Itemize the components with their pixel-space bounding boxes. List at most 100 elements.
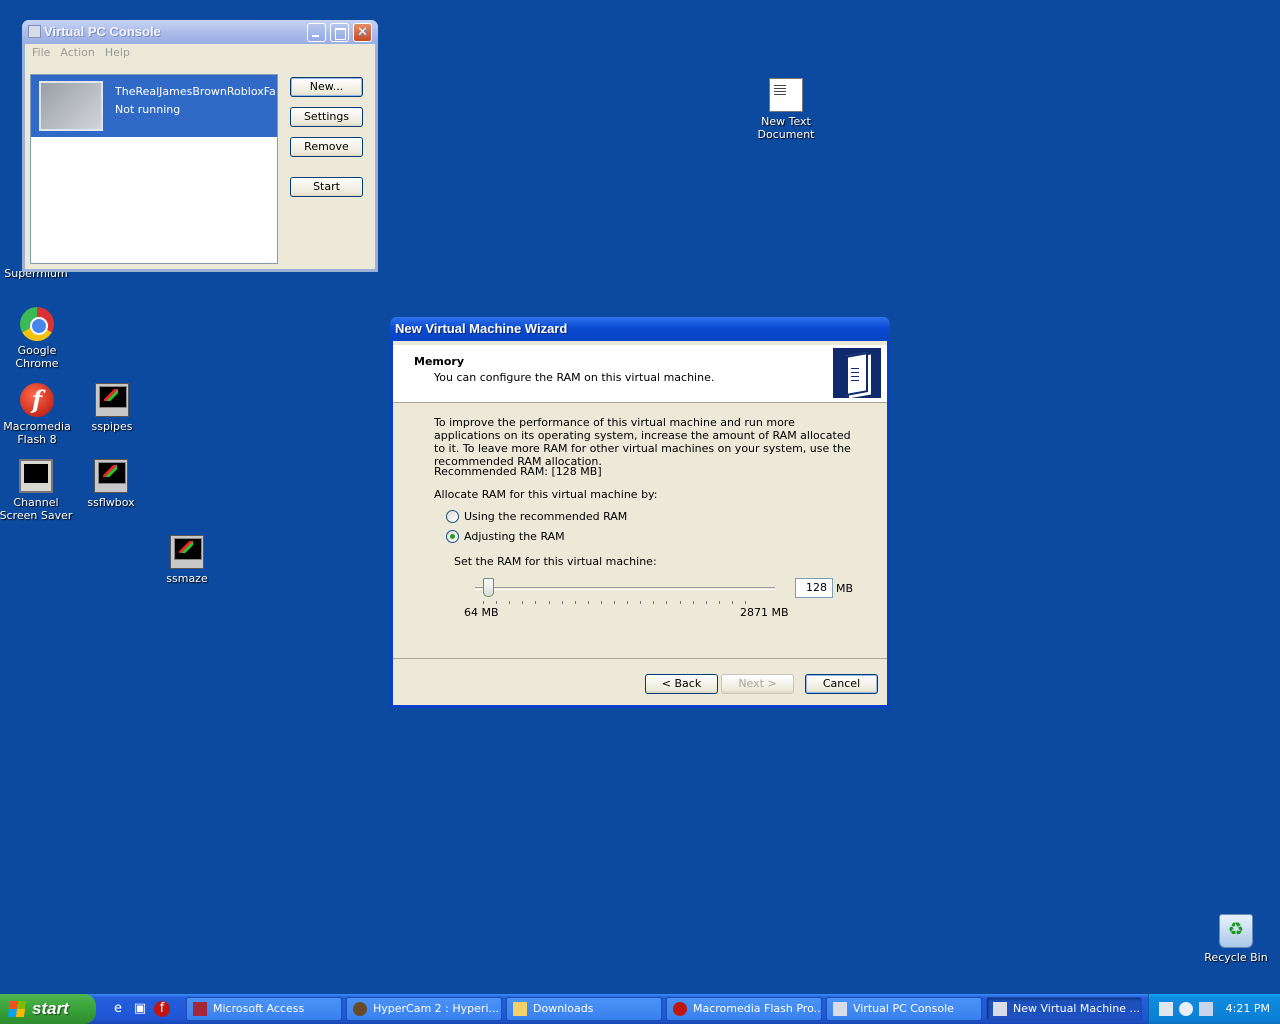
maximize-button[interactable] <box>330 23 349 42</box>
flash-icon[interactable]: f <box>154 1001 170 1017</box>
virtual-machine-list[interactable]: TheRealJamesBrownRobloxFan… Not running <box>30 74 278 264</box>
desktop-icon-ssflwbox[interactable]: ssflwbox <box>73 459 149 509</box>
slider-tick <box>574 601 576 604</box>
desktop-icon-channel-screen-saver[interactable]: Channel Screen Saver <box>0 459 74 522</box>
title-bar[interactable]: New Virtual Machine Wizard <box>390 317 890 341</box>
task-downloads[interactable]: Downloads <box>506 997 662 1021</box>
virtual-pc-tray-icon[interactable] <box>1199 1002 1213 1016</box>
task-label: HyperCam 2 : Hyperi... <box>373 1002 499 1015</box>
desktop-icon-label: Macromedia Flash 8 <box>3 420 71 446</box>
allocate-label: Allocate RAM for this virtual machine by… <box>434 488 658 501</box>
back-button[interactable]: < Back <box>645 674 718 694</box>
new-button[interactable]: New... <box>290 77 363 97</box>
radio-label: Adjusting the RAM <box>464 530 565 543</box>
text-document-icon <box>769 78 803 112</box>
slider-tick <box>587 601 589 604</box>
list-item[interactable]: TheRealJamesBrownRobloxFan… Not running <box>31 75 277 137</box>
slider-tick <box>614 601 615 604</box>
chevron-left-icon[interactable] <box>1179 1002 1193 1016</box>
vm-name: TheRealJamesBrownRobloxFan… <box>115 85 275 98</box>
desktop-icon-sspipes[interactable]: sspipes <box>74 383 150 433</box>
task-hypercam[interactable]: HyperCam 2 : Hyperi... <box>346 997 502 1021</box>
slider-tick <box>666 601 668 604</box>
radio-button[interactable] <box>446 510 459 523</box>
menu-file[interactable]: File <box>29 44 53 62</box>
hypercam-icon <box>353 1002 367 1016</box>
task-new-virtual-machine[interactable]: New Virtual Machine ... <box>986 997 1142 1021</box>
desktop-icon-macromedia-flash[interactable]: f Macromedia Flash 8 <box>0 383 75 446</box>
wizard-header: Memory You can configure the RAM on this… <box>393 345 887 403</box>
slider-tick <box>718 601 720 604</box>
radio-recommended-ram[interactable]: Using the recommended RAM <box>446 510 627 523</box>
windows-flag-icon <box>7 1001 27 1017</box>
start-label: start <box>32 999 69 1018</box>
set-ram-label: Set the RAM for this virtual machine: <box>454 555 657 568</box>
clock[interactable]: 4:21 PM <box>1226 1002 1270 1015</box>
slider-tick <box>627 601 629 604</box>
virtual-pc-icon <box>993 1002 1007 1016</box>
title-bar[interactable]: Virtual PC Console ✕ <box>22 20 378 44</box>
slider-min-label: 64 MB <box>464 606 499 619</box>
desktop-icon-label: sspipes <box>91 420 133 433</box>
virtual-pc-console-window: Virtual PC Console ✕ File Action Help Th… <box>22 20 378 272</box>
page-subtitle: You can configure the RAM on this virtua… <box>434 371 715 384</box>
keyboard-icon[interactable] <box>1159 1002 1173 1016</box>
slider-tick <box>731 601 733 604</box>
next-button[interactable]: Next > <box>721 674 794 694</box>
slider-tick <box>483 601 484 604</box>
slider-tick <box>522 601 524 604</box>
computer-tower-icon <box>833 348 881 398</box>
slider-tick <box>535 601 537 604</box>
slider-tick <box>600 601 602 604</box>
window-title: Virtual PC Console <box>44 24 161 39</box>
slider-tick <box>705 601 707 604</box>
task-macromedia-flash[interactable]: Macromedia Flash Pro... <box>666 997 822 1021</box>
slider-tick <box>640 601 642 604</box>
task-label: Virtual PC Console <box>853 1002 954 1015</box>
intro-text: To improve the performance of this virtu… <box>434 416 851 468</box>
ram-value-input[interactable]: 128 <box>795 578 833 598</box>
close-button[interactable]: ✕ <box>353 23 372 42</box>
radio-adjusting-ram[interactable]: Adjusting the RAM <box>446 530 565 543</box>
flash-icon <box>673 1002 687 1016</box>
flash-icon: f <box>20 383 54 417</box>
virtual-pc-icon <box>28 25 41 38</box>
cancel-button[interactable]: Cancel <box>805 674 878 694</box>
monitor-icon <box>19 459 53 493</box>
folder-icon <box>513 1002 527 1016</box>
show-desktop-icon[interactable]: ▣ <box>132 1001 148 1017</box>
desktop-icon-label: ssmaze <box>166 572 208 585</box>
task-label: New Virtual Machine ... <box>1013 1002 1140 1015</box>
menu-help[interactable]: Help <box>102 44 133 62</box>
desktop-icon-recycle-bin[interactable]: ♻ Recycle Bin <box>1198 914 1274 964</box>
task-virtual-pc-console[interactable]: Virtual PC Console <box>826 997 982 1021</box>
radio-button[interactable] <box>446 530 459 543</box>
settings-button[interactable]: Settings <box>290 107 363 127</box>
desktop-icon-label: New Text Document <box>757 115 815 141</box>
desktop-icon-google-chrome[interactable]: Google Chrome <box>0 307 75 370</box>
ram-slider-thumb[interactable] <box>482 578 494 597</box>
task-label: Microsoft Access <box>213 1002 305 1015</box>
task-microsoft-access[interactable]: Microsoft Access <box>186 997 342 1021</box>
ram-unit-label: MB <box>836 582 854 595</box>
ram-slider-track[interactable] <box>475 587 775 590</box>
start-button[interactable]: start <box>0 994 96 1024</box>
recommended-ram-text: Recommended RAM: [128 MB] <box>434 465 602 478</box>
remove-button[interactable]: Remove <box>290 137 363 157</box>
screensaver-icon <box>95 383 129 417</box>
divider <box>393 658 887 659</box>
slider-tick <box>509 601 511 604</box>
internet-explorer-icon[interactable]: e <box>110 1001 126 1017</box>
window-title: New Virtual Machine Wizard <box>395 321 568 336</box>
desktop-icon-new-text-document[interactable]: New Text Document <box>748 78 824 141</box>
slider-tick <box>679 601 681 604</box>
minimize-button[interactable] <box>307 23 326 42</box>
start-vm-button[interactable]: Start <box>290 177 363 197</box>
slider-max-label: 2871 MB <box>740 606 789 619</box>
chrome-icon <box>20 307 54 341</box>
vm-thumbnail-icon <box>39 81 103 131</box>
desktop-icon-ssmaze[interactable]: ssmaze <box>149 535 225 585</box>
new-virtual-machine-wizard: New Virtual Machine Wizard Memory You ca… <box>390 317 890 708</box>
slider-tick <box>548 601 550 604</box>
menu-action[interactable]: Action <box>57 44 97 62</box>
